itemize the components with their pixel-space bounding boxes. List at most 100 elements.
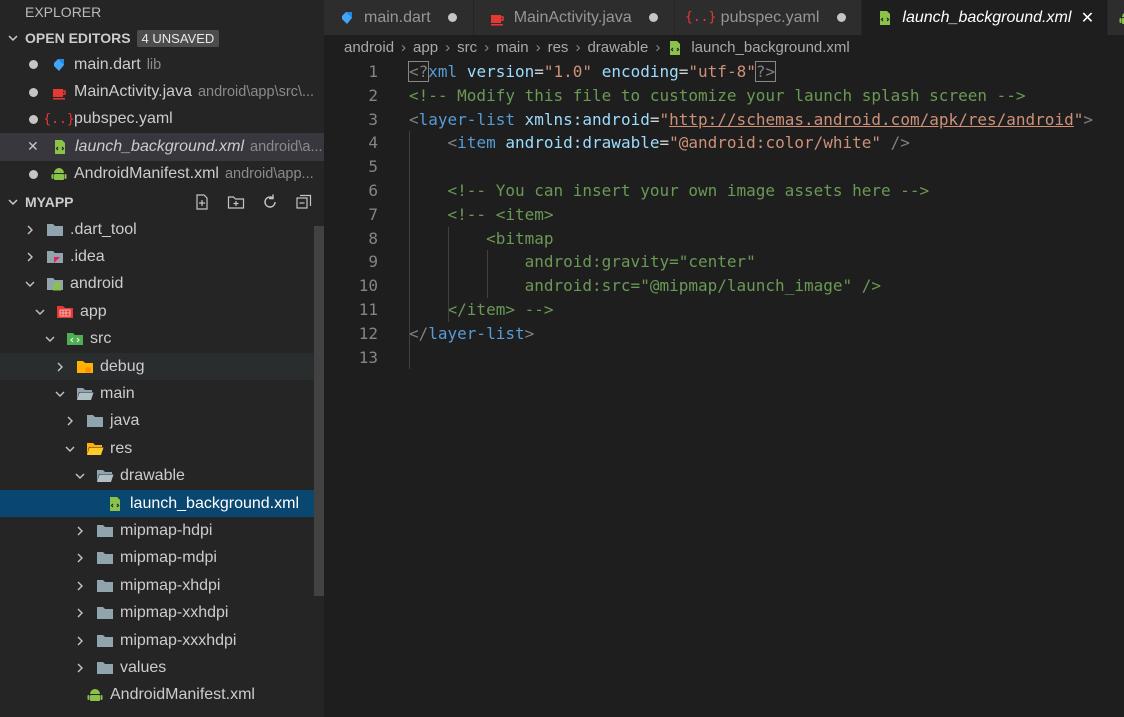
xml-file-icon: [667, 40, 683, 56]
code-text[interactable]: [378, 155, 409, 179]
tree-folder-android[interactable]: android: [0, 271, 324, 298]
breadcrumb: android › app › src › main › res › drawable › …: [344, 35, 850, 60]
code-editor[interactable]: 1 <?xml version="1.0" encoding="utf-8"?>…: [324, 60, 1124, 717]
unsaved-dot-icon[interactable]: [29, 169, 38, 179]
file-path: android\app\src\...: [197, 84, 315, 101]
line-number: 5: [368, 157, 378, 177]
code-line: 12 </layer-list>: [324, 322, 1124, 346]
breadcrumb-item[interactable]: app: [413, 39, 438, 56]
new-folder-icon[interactable]: [226, 192, 246, 212]
sidebar-scrollbar[interactable]: [314, 226, 324, 596]
code-text[interactable]: <layer-list xmlns:android="http://schema…: [378, 108, 1093, 132]
folder-open-icon: [96, 467, 114, 485]
tree-folder-values[interactable]: values: [0, 654, 324, 681]
tree-item-label: debug: [100, 357, 145, 375]
tree-folder-app[interactable]: app: [0, 298, 324, 325]
tree-folder-dart-tool[interactable]: .dart_tool: [0, 216, 324, 243]
java-file-icon: [50, 83, 68, 101]
folder-icon: [96, 604, 114, 622]
tree-folder-mipmap-xxxhdpi[interactable]: mipmap-xxxhdpi: [0, 627, 324, 654]
tree-item-label: AndroidManifest.xml: [110, 686, 255, 704]
file-name: AndroidManifest.xml: [74, 165, 219, 183]
tab-androidmanifest-xml[interactable]: [1108, 0, 1124, 35]
breadcrumb-item[interactable]: drawable: [587, 39, 648, 56]
tree-folder-mipmap-xxhdpi[interactable]: mipmap-xxhdpi: [0, 599, 324, 626]
code-text[interactable]: android:gravity="center": [378, 250, 756, 274]
tree-item-label: mipmap-xxxhdpi: [120, 631, 237, 649]
unsaved-dot-icon[interactable]: [445, 13, 461, 22]
breadcrumb-item[interactable]: launch_background.xml: [691, 39, 849, 56]
tree-folder-res[interactable]: res: [0, 435, 324, 462]
tab-launch-background-xml[interactable]: launch_background.xml ✕: [862, 0, 1109, 35]
open-editors-label: OPEN EDITORS: [25, 30, 131, 46]
app-folder-icon: [56, 303, 74, 321]
tab-pubspec-yaml[interactable]: {..} pubspec.yaml: [674, 0, 863, 35]
close-icon[interactable]: ✕: [1079, 8, 1095, 28]
code-text[interactable]: <!-- You can insert your own image asset…: [378, 179, 930, 203]
tree-file-launch-background-xml[interactable]: launch_background.xml: [0, 489, 324, 518]
breadcrumb-item[interactable]: res: [548, 39, 569, 56]
line-number: 7: [368, 204, 378, 224]
tree-folder-java[interactable]: java: [0, 408, 324, 435]
breadcrumb-item[interactable]: src: [457, 39, 477, 56]
tree-item-label: mipmap-hdpi: [120, 521, 213, 539]
java-file-icon: [488, 9, 506, 27]
tab-main-dart[interactable]: main.dart: [324, 0, 474, 35]
chevron-right-icon: ›: [575, 39, 581, 56]
tab-mainactivity-java[interactable]: MainActivity.java: [473, 0, 675, 35]
open-editor-androidmanifest-xml[interactable]: AndroidManifest.xml android\app...: [0, 161, 324, 188]
tree-file-androidmanifest-xml[interactable]: AndroidManifest.xml: [0, 682, 324, 709]
chevron-down-icon: [54, 388, 66, 400]
code-text[interactable]: android:src="@mipmap/launch_image" />: [378, 274, 881, 298]
new-file-icon[interactable]: [192, 192, 212, 212]
tree-folder-idea[interactable]: .idea: [0, 243, 324, 270]
open-editor-mainactivity-java[interactable]: MainActivity.java android\app\src\...: [0, 78, 324, 105]
code-text[interactable]: <?xml version="1.0" encoding="utf-8"?>: [378, 60, 777, 84]
refresh-icon[interactable]: [260, 192, 280, 212]
myapp-header[interactable]: MYAPP: [0, 188, 324, 216]
code-text[interactable]: <item android:drawable="@android:color/w…: [378, 131, 910, 155]
code-text[interactable]: </layer-list>: [378, 322, 534, 346]
code-text[interactable]: <bitmap: [378, 227, 553, 251]
breadcrumb-item[interactable]: main: [496, 39, 529, 56]
unsaved-dot-icon[interactable]: [833, 13, 849, 22]
indent-guide: [487, 250, 488, 298]
line-number: 13: [358, 347, 378, 367]
open-editor-main-dart[interactable]: main.dart lib: [0, 51, 324, 78]
tree-folder-mipmap-mdpi[interactable]: mipmap-mdpi: [0, 545, 324, 572]
chevron-down-icon: [6, 32, 20, 44]
chevron-right-icon: [24, 224, 36, 236]
url-link[interactable]: http://schemas.android.com/apk/res/andro…: [669, 110, 1074, 129]
code-text[interactable]: [378, 346, 409, 370]
unsaved-dot-icon[interactable]: [29, 60, 38, 70]
open-editors-header[interactable]: OPEN EDITORS 4 UNSAVED: [0, 25, 324, 51]
unsaved-dot-icon[interactable]: [29, 87, 38, 97]
tree-folder-main[interactable]: main: [0, 380, 324, 407]
tree-folder-drawable[interactable]: drawable: [0, 462, 324, 489]
close-icon[interactable]: ✕: [27, 138, 39, 155]
code-text[interactable]: </item> -->: [378, 298, 554, 322]
breadcrumb-item[interactable]: android: [344, 39, 394, 56]
code-line: 7 <!-- <item>: [324, 203, 1124, 227]
xml-file-icon: [51, 138, 69, 156]
xml-file-icon: [876, 9, 894, 27]
tree-folder-mipmap-xhdpi[interactable]: mipmap-xhdpi: [0, 572, 324, 599]
tree-folder-mipmap-hdpi[interactable]: mipmap-hdpi: [0, 517, 324, 544]
tree-folder-debug[interactable]: debug: [0, 352, 324, 381]
code-text[interactable]: <!-- <item>: [378, 203, 554, 227]
yaml-file-icon: {..}: [685, 10, 717, 25]
code-line: 5: [324, 155, 1124, 179]
code-text[interactable]: <!-- Modify this file to customize your …: [378, 84, 1026, 108]
unsaved-dot-icon[interactable]: [29, 114, 38, 124]
tree-item-label: src: [90, 330, 112, 348]
collapse-all-icon[interactable]: [294, 192, 314, 212]
android-icon: [50, 165, 68, 183]
open-editor-launch-background-xml[interactable]: ✕ launch_background.xml android\a...: [0, 133, 324, 161]
line-number: 4: [368, 133, 378, 153]
line-number: 1: [368, 62, 378, 81]
unsaved-dot-icon[interactable]: [646, 13, 662, 22]
res-folder-icon: [86, 440, 104, 458]
folder-open-icon: [76, 385, 94, 403]
open-editor-pubspec-yaml[interactable]: {..} pubspec.yaml: [0, 106, 324, 133]
tree-folder-src[interactable]: src: [0, 326, 324, 353]
